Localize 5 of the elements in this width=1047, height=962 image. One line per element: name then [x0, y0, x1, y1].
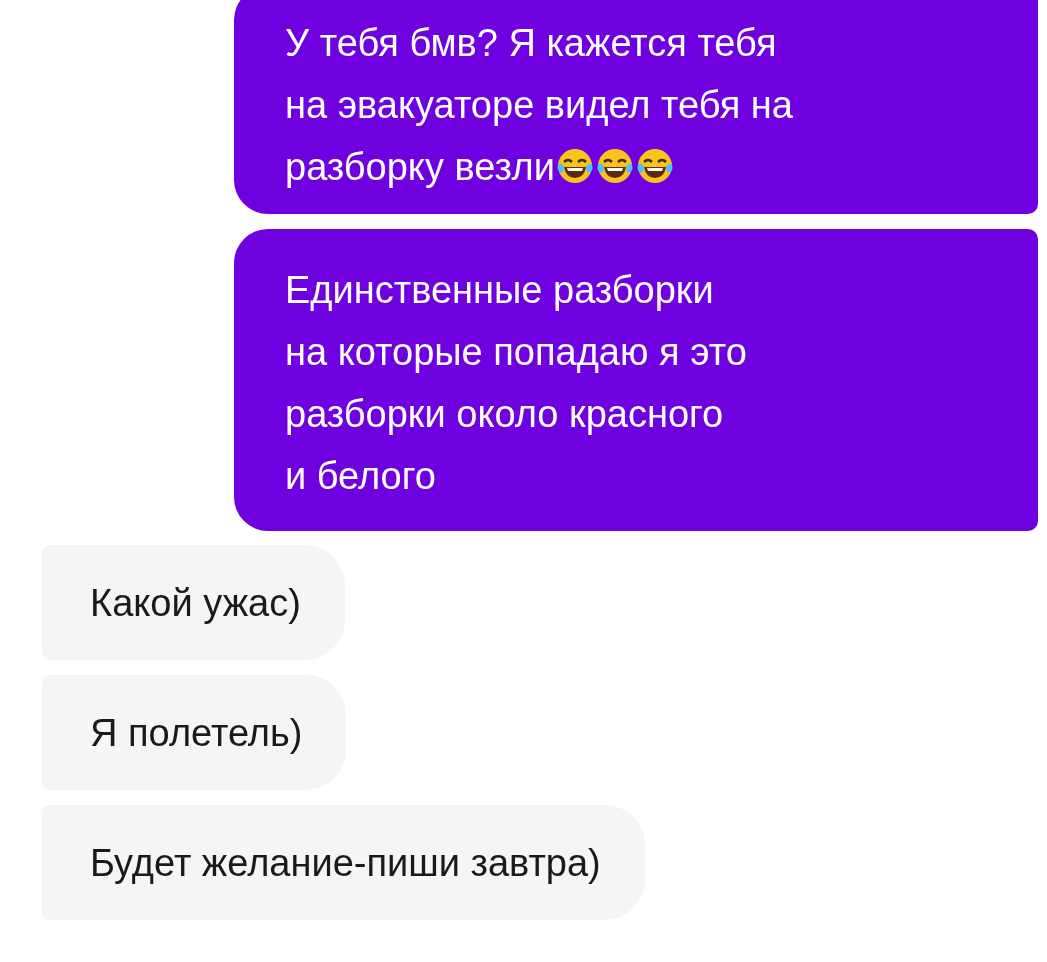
message-text: Я полетель) [90, 711, 303, 756]
message-text: У тебя бмв? Я кажется тебя на эвакуаторе видел тебя на разборку везли [285, 21, 794, 190]
message-text: Какой ужас) [90, 581, 301, 626]
message-text: Будет желание-пиши завтра) [90, 841, 601, 886]
message-text: Единственные разборки на которые попадаю я это разборки около красного и белого [285, 268, 748, 499]
